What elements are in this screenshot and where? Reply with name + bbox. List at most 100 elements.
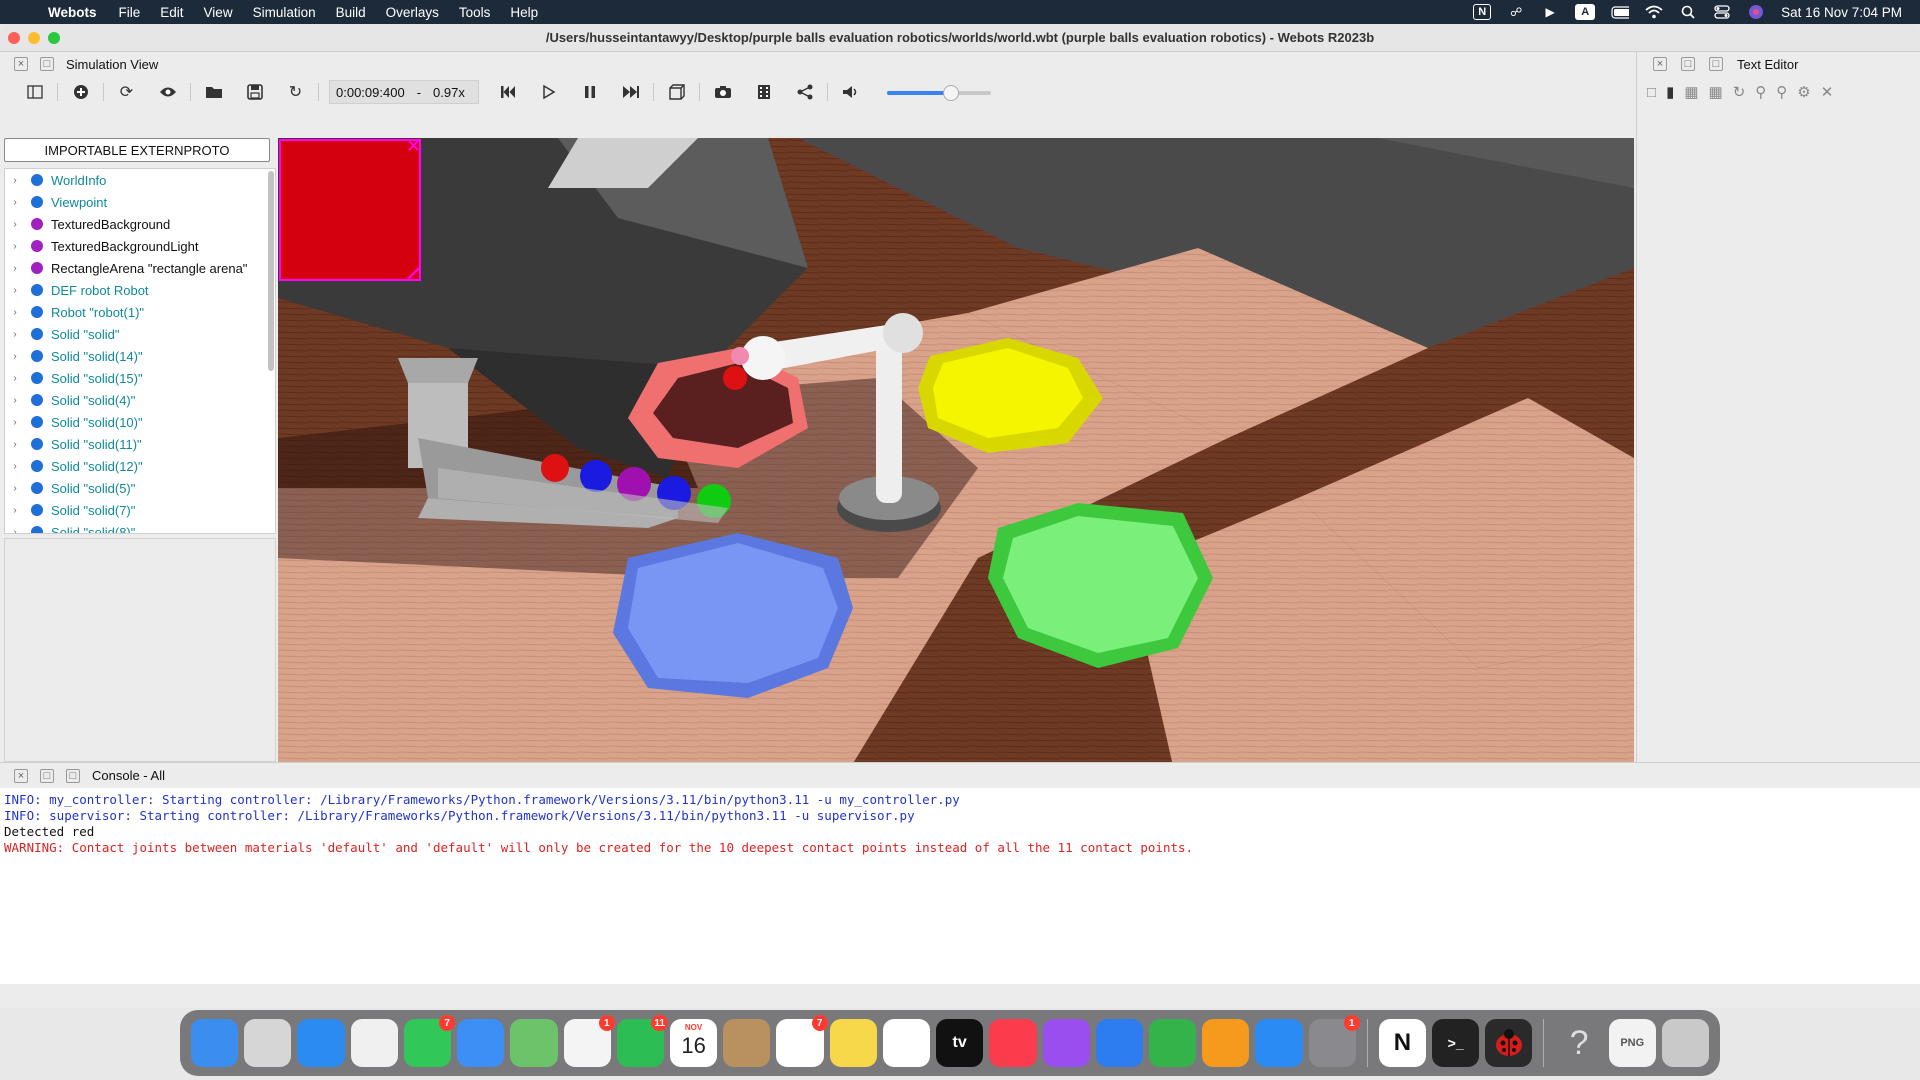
maximize-panel-icon[interactable]: □ (40, 768, 54, 783)
share-icon[interactable] (784, 80, 825, 104)
3d-viewport[interactable] (278, 138, 1634, 788)
expand-chevron-icon[interactable]: › (5, 461, 25, 472)
tree-node[interactable]: › Solid "solid(15)" (5, 367, 275, 389)
expand-chevron-icon[interactable]: › (5, 527, 25, 534)
expand-chevron-icon[interactable]: › (5, 175, 25, 186)
new-file-icon[interactable]: □ (1647, 84, 1656, 101)
menu-simulation[interactable]: Simulation (243, 5, 326, 20)
tree-node[interactable]: › Solid "solid" (5, 323, 275, 345)
system-settings-icon[interactable]: 1 (1308, 1015, 1360, 1067)
reload-world-icon[interactable]: ↻ (275, 80, 316, 104)
expand-chevron-icon[interactable]: › (5, 373, 25, 384)
trash-icon[interactable] (1661, 1019, 1710, 1067)
maximize-window-button[interactable] (48, 31, 60, 44)
safari-icon[interactable] (297, 1019, 345, 1067)
close-window-button[interactable] (8, 31, 20, 44)
expand-chevron-icon[interactable]: › (5, 329, 25, 340)
numbers-icon[interactable] (1148, 1019, 1197, 1067)
menu-edit[interactable]: Edit (150, 5, 193, 20)
menu-view[interactable]: View (194, 5, 243, 20)
save-world-icon[interactable] (234, 80, 275, 104)
minimize-window-button[interactable] (28, 31, 40, 44)
expand-chevron-icon[interactable]: › (5, 483, 25, 494)
tree-node[interactable]: › Solid "solid(4)" (5, 389, 275, 411)
menu-file[interactable]: File (109, 5, 151, 20)
expand-chevron-icon[interactable]: › (5, 219, 25, 230)
tree-node[interactable]: › Solid "solid(14)" (5, 345, 275, 367)
png-file-icon[interactable]: PNG (1608, 1019, 1656, 1067)
tree-node[interactable]: › Solid "solid(10)" (5, 411, 275, 433)
menubar-clock[interactable]: Sat 16 Nov 7:04 PM (1781, 5, 1902, 20)
app-menu-webots[interactable]: Webots (40, 5, 109, 20)
float-panel-icon[interactable]: □ (66, 768, 80, 783)
revert-file-icon[interactable]: ↻ (1733, 83, 1746, 101)
expand-chevron-icon[interactable]: › (5, 285, 25, 296)
maximize-panel-icon[interactable]: □ (1681, 57, 1695, 71)
add-node-icon[interactable] (60, 80, 101, 104)
volume-slider-knob[interactable] (943, 85, 960, 101)
float-panel-icon[interactable]: □ (1709, 57, 1723, 71)
scene-tree[interactable]: › WorldInfo › Viewpoint › TexturedBackground ›… (4, 168, 276, 534)
tree-node[interactable]: › TexturedBackground (5, 213, 275, 235)
menu-help[interactable]: Help (500, 5, 548, 20)
save-file-icon[interactable]: ▦ (1684, 83, 1698, 101)
pause-icon[interactable] (569, 80, 610, 104)
close-panel-icon[interactable]: × (14, 57, 28, 71)
contacts-icon[interactable] (723, 1019, 771, 1067)
terminal-icon[interactable]: >_ (1432, 1019, 1480, 1067)
open-file-icon[interactable]: ▮ (1666, 83, 1674, 101)
app-store-icon[interactable] (1255, 1019, 1303, 1067)
notion-icon[interactable]: N (1378, 1019, 1427, 1067)
close-panel-icon[interactable]: × (1653, 57, 1667, 71)
freeform-icon[interactable] (882, 1019, 931, 1067)
camera-overlay[interactable] (279, 139, 421, 281)
open-world-icon[interactable] (193, 80, 234, 104)
expand-chevron-icon[interactable]: › (5, 505, 25, 516)
tree-node[interactable]: › Viewpoint (5, 191, 275, 213)
console-output[interactable]: INFO: my_controller: Starting controller… (0, 788, 1920, 984)
play-circle-icon[interactable]: ▶ (1541, 5, 1559, 19)
tree-node[interactable]: › Solid "solid(12)" (5, 455, 275, 477)
pages-icon[interactable] (1202, 1019, 1250, 1067)
facetime-icon[interactable]: 11 (616, 1015, 668, 1067)
toggle-scene-tree-icon[interactable] (14, 80, 55, 104)
reset-view-icon[interactable]: ⟳ (106, 80, 147, 104)
finder-icon[interactable] (191, 1019, 239, 1067)
sound-volume-icon[interactable] (830, 80, 871, 104)
menu-overlays[interactable]: Overlays (376, 5, 449, 20)
input-source-icon[interactable]: A (1575, 4, 1596, 20)
close-panel-icon[interactable]: × (14, 768, 28, 783)
tree-node[interactable]: › WorldInfo (5, 169, 275, 191)
visibility-eye-icon[interactable] (147, 80, 188, 104)
tree-node[interactable]: › Solid "solid(5)" (5, 477, 275, 499)
battery-icon[interactable] (1611, 5, 1630, 19)
replace-icon[interactable]: ⚲ (1776, 83, 1787, 101)
float-panel-icon[interactable]: □ (40, 57, 54, 71)
step-icon[interactable] (528, 80, 569, 104)
scene-tree-scrollbar[interactable] (268, 171, 274, 371)
menu-build[interactable]: Build (326, 5, 376, 20)
expand-chevron-icon[interactable]: › (5, 417, 25, 428)
rendering-cube-icon[interactable] (656, 80, 697, 104)
help-icon[interactable]: ? (1555, 1019, 1602, 1067)
siri-icon[interactable] (1747, 5, 1765, 19)
tv-icon[interactable]: tv (936, 1019, 984, 1067)
clean-icon[interactable]: ✕ (1821, 83, 1834, 101)
podcasts-icon[interactable] (1042, 1019, 1090, 1067)
launchpad-icon[interactable] (244, 1019, 292, 1067)
mail-icon[interactable] (457, 1019, 505, 1067)
tree-node[interactable]: › Solid "solid(11)" (5, 433, 275, 455)
expand-chevron-icon[interactable]: › (5, 263, 25, 274)
notes-icon[interactable] (829, 1019, 877, 1067)
tree-node[interactable]: › RectangleArena "rectangle arena" (5, 257, 275, 279)
control-center-icon[interactable] (1713, 5, 1731, 19)
expand-chevron-icon[interactable]: › (5, 395, 25, 406)
expand-chevron-icon[interactable]: › (5, 307, 25, 318)
build-gear-icon[interactable]: ⚙ (1797, 83, 1810, 101)
expand-chevron-icon[interactable]: › (5, 241, 25, 252)
webots-icon[interactable] (1485, 1019, 1533, 1067)
tree-node[interactable]: › Solid "solid(7)" (5, 499, 275, 521)
reminders-icon[interactable]: 7 (776, 1015, 828, 1067)
reset-simulation-icon[interactable] (487, 80, 528, 104)
expand-chevron-icon[interactable]: › (5, 439, 25, 450)
